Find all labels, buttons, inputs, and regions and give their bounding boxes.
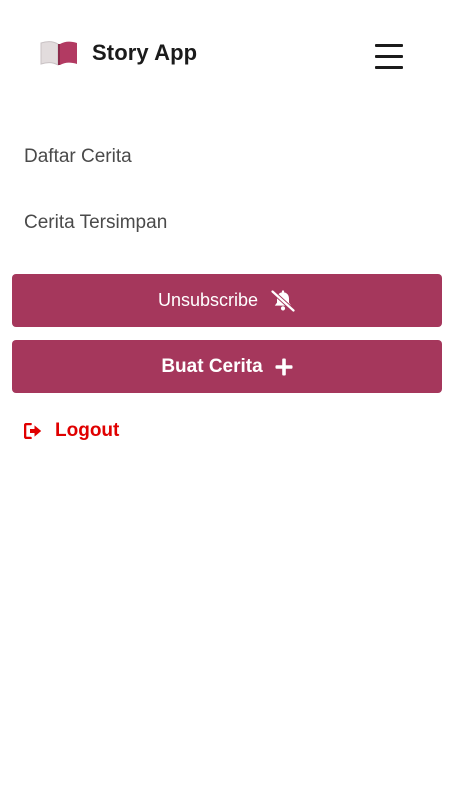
create-story-label: Buat Cerita [161, 355, 263, 377]
unsubscribe-button[interactable]: Unsubscribe [12, 274, 442, 327]
plus-icon [275, 358, 293, 375]
logout-link[interactable]: Logout [24, 420, 119, 442]
unsubscribe-label: Unsubscribe [157, 290, 259, 310]
brand[interactable]: Story App [40, 38, 197, 68]
nav-item-story-list[interactable]: Daftar Cerita [24, 146, 132, 168]
menu-bar [375, 44, 403, 47]
logout-label: Logout [55, 420, 120, 441]
open-book-icon [40, 41, 77, 66]
bell-slash-icon [270, 289, 296, 312]
app-title: Story App [92, 40, 198, 65]
sign-out-icon [24, 423, 42, 439]
menu-bar [375, 66, 403, 69]
hamburger-menu-icon[interactable] [372, 40, 406, 74]
app-header: Story App [0, 0, 452, 110]
nav-item-saved-stories[interactable]: Cerita Tersimpan [24, 212, 167, 234]
menu-bar [375, 55, 403, 58]
create-story-button[interactable]: Buat Cerita [12, 340, 442, 393]
